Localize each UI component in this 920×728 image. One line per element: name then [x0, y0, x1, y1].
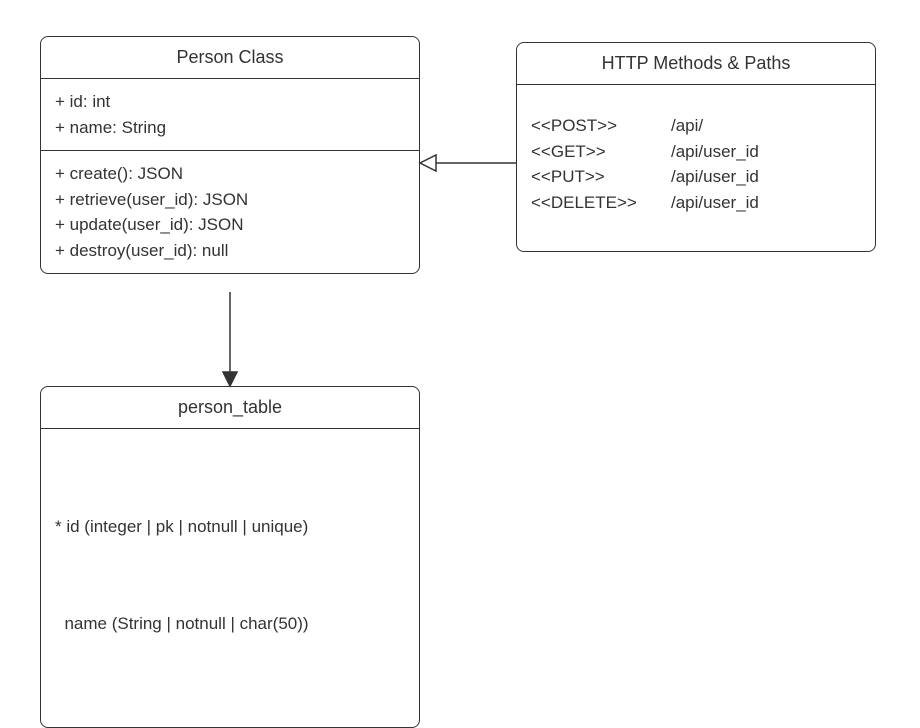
http-method: <<POST>>	[531, 113, 671, 139]
method-row: + create(): JSON	[55, 161, 405, 187]
arrowhead-open-icon	[420, 155, 436, 171]
attribute-row: + name: String	[55, 115, 405, 141]
person-table-title: person_table	[41, 387, 419, 429]
arrowhead-filled-icon	[223, 372, 237, 386]
attribute-row: + id: int	[55, 89, 405, 115]
http-row: <<DELETE>> /api/user_id	[531, 190, 861, 216]
http-row: <<POST>> /api/	[531, 113, 861, 139]
http-path: /api/user_id	[671, 190, 861, 216]
person-table-body: * id (integer | pk | notnull | unique) n…	[41, 429, 419, 727]
person-class-title: Person Class	[41, 37, 419, 79]
method-row: + update(user_id): JSON	[55, 212, 405, 238]
column-row: name (String | notnull | char(50))	[55, 611, 405, 637]
person-class-methods: + create(): JSON + retrieve(user_id): JS…	[41, 150, 419, 273]
http-methods-box: HTTP Methods & Paths <<POST>> /api/ <<GE…	[516, 42, 876, 252]
person-class-box: Person Class + id: int + name: String + …	[40, 36, 420, 274]
http-row: <<GET>> /api/user_id	[531, 139, 861, 165]
http-path: /api/	[671, 113, 861, 139]
http-methods-body: <<POST>> /api/ <<GET>> /api/user_id <<PU…	[517, 85, 875, 251]
http-method: <<DELETE>>	[531, 190, 671, 216]
http-method: <<GET>>	[531, 139, 671, 165]
person-table-box: person_table * id (integer | pk | notnul…	[40, 386, 420, 728]
http-method: <<PUT>>	[531, 164, 671, 190]
method-row: + destroy(user_id): null	[55, 238, 405, 264]
column-row: * id (integer | pk | notnull | unique)	[55, 514, 405, 540]
http-path: /api/user_id	[671, 139, 861, 165]
http-row: <<PUT>> /api/user_id	[531, 164, 861, 190]
method-row: + retrieve(user_id): JSON	[55, 187, 405, 213]
http-methods-title: HTTP Methods & Paths	[517, 43, 875, 85]
http-path: /api/user_id	[671, 164, 861, 190]
person-class-attributes: + id: int + name: String	[41, 79, 419, 150]
